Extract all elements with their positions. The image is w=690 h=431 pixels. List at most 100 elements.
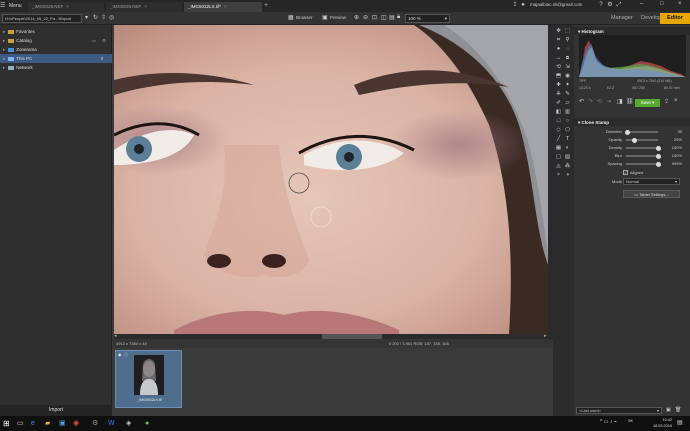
redeye-icon[interactable]: ◉	[564, 73, 571, 80]
menu-icon[interactable]: ☰	[0, 2, 5, 9]
rotate-icon[interactable]: ⟲	[555, 64, 562, 71]
chrome-icon[interactable]: ◉	[73, 419, 82, 428]
presets-select[interactable]: <Last used> ▾	[576, 407, 662, 414]
path-field[interactable]: H:\vPeople\2014_05_22_Pa...\Export	[2, 14, 82, 23]
menu-button[interactable]: Menu	[9, 3, 22, 9]
nav-item-network[interactable]: ▸ Network	[0, 63, 112, 72]
slider-track[interactable]	[626, 163, 658, 165]
frame-icon[interactable]: ▢	[555, 154, 562, 161]
user-account[interactable]: majaalbiac.sk@gmail.com	[530, 2, 582, 7]
chevron-right-icon[interactable]: ▸	[3, 65, 5, 70]
move-icon[interactable]: ✥	[555, 28, 562, 35]
tray-icons[interactable]: ^ ▭ ♪ ⌁	[600, 419, 617, 425]
straighten-icon[interactable]: ↔	[555, 55, 562, 62]
delete-icon[interactable]: 🗑︎	[675, 407, 681, 413]
slider-value[interactable]: 100%	[662, 145, 682, 150]
slider-knob[interactable]	[655, 161, 661, 167]
close-icon[interactable]: ×	[674, 98, 678, 104]
target-icon[interactable]: ◎	[109, 14, 114, 21]
task-view-icon[interactable]: ▭	[17, 419, 26, 428]
sharpen-icon[interactable]: ◬	[555, 163, 562, 170]
new-tab-icon[interactable]: +	[264, 2, 268, 9]
gear-icon[interactable]: ⚙	[102, 38, 106, 44]
import-button[interactable]: Import	[0, 405, 112, 416]
slider-knob[interactable]	[655, 145, 661, 151]
refresh-icon[interactable]: ↻	[93, 14, 98, 21]
redo-icon[interactable]: ↷	[588, 98, 593, 105]
mask-icon[interactable]: ◐	[564, 145, 571, 152]
slider-track[interactable]	[626, 131, 658, 133]
fill-icon[interactable]: ◧	[555, 109, 562, 116]
polygon-icon[interactable]: ⬠	[564, 127, 571, 134]
step-icon[interactable]: ⇥	[606, 98, 611, 105]
drop-icon[interactable]: ●	[555, 46, 562, 53]
clone-stamp-header[interactable]: ▾ Clone Stamp	[574, 118, 690, 126]
app-icon[interactable]: ⚙	[92, 419, 101, 428]
clock-time[interactable]: 10:42	[642, 418, 672, 422]
compare-icon[interactable]: ◨	[617, 98, 623, 105]
eraser-icon[interactable]: ▱	[564, 100, 571, 107]
zoom-select[interactable]: 100 % ▾	[405, 14, 450, 23]
mode-develop[interactable]: Develop	[641, 15, 661, 21]
shape-icon[interactable]: ◇	[555, 127, 562, 134]
slider-value[interactable]: 30	[662, 129, 682, 134]
brush-icon[interactable]: ✎	[564, 91, 571, 98]
mode-select[interactable]: Normal ▾	[623, 178, 680, 185]
tablet-settings-button[interactable]: ▭ Tablet Settings...	[623, 190, 680, 198]
color-icon[interactable]: ◑	[564, 172, 571, 179]
mode-manager[interactable]: Manager	[611, 15, 633, 21]
lock-icon[interactable]: 🔒︎	[397, 14, 400, 21]
thumbnail[interactable]: ◉ ⓘ _IMG5032LX.tif	[115, 350, 182, 408]
chevron-right-icon[interactable]: ▸	[3, 56, 5, 61]
zoner-icon[interactable]: ◈	[126, 419, 135, 428]
fullscreen-icon[interactable]: ⤢	[616, 2, 622, 8]
slider-knob[interactable]	[625, 129, 631, 135]
image-viewer[interactable]	[114, 25, 548, 334]
magnifier-icon[interactable]: ⚲	[564, 37, 571, 44]
slider-knob[interactable]	[631, 137, 637, 143]
mode-editor[interactable]: Editor	[660, 13, 690, 24]
gradient-icon[interactable]: ▥	[564, 109, 571, 116]
chevron-down-icon[interactable]: ▾	[85, 14, 88, 21]
ellipse-icon[interactable]: ○	[564, 118, 571, 125]
word-icon[interactable]: W	[108, 419, 117, 428]
nav-item-zonerama[interactable]: ▸ Zonerama	[0, 45, 112, 54]
close-icon[interactable]: ×	[144, 4, 147, 9]
explorer-icon[interactable]: ▰	[45, 419, 54, 428]
slider-track[interactable]	[626, 147, 658, 149]
fit-icon[interactable]: ⊡	[372, 14, 377, 21]
rectangle-icon[interactable]: □	[555, 118, 562, 125]
slider-value[interactable]: 25%	[662, 137, 682, 142]
close-icon[interactable]: ×	[66, 4, 69, 9]
zoom-out-icon[interactable]: ⊖	[363, 14, 368, 21]
crop-icon[interactable]: ⌗	[555, 37, 562, 44]
link-icon[interactable]: ⛓	[626, 98, 634, 105]
nav-item-catalog[interactable]: ▸ Catalog ▭ ⚙	[0, 36, 112, 45]
watermark-icon[interactable]: ▧	[564, 154, 571, 161]
nav-item-this-pc[interactable]: ▸ This PC ⇕	[0, 54, 112, 63]
text-icon[interactable]: T	[564, 136, 571, 143]
undo-icon[interactable]: ↶	[579, 98, 584, 105]
line-icon[interactable]: ╱	[555, 136, 562, 143]
slider-track[interactable]	[626, 139, 658, 141]
store-icon[interactable]: ▣	[59, 419, 68, 428]
slider-knob[interactable]	[655, 153, 661, 159]
chevron-right-icon[interactable]: ▸	[3, 29, 5, 34]
gear-icon[interactable]: ⚙	[607, 2, 613, 8]
preset-save-icon[interactable]: ▣	[666, 407, 671, 413]
window-close-icon[interactable]: ×	[678, 1, 682, 7]
slider-track[interactable]	[626, 155, 658, 157]
compare-icon[interactable]: ◫	[381, 14, 387, 21]
preview-button[interactable]: Preview	[330, 15, 346, 20]
maximize-icon[interactable]: □	[660, 1, 664, 7]
messenger-icon[interactable]: ●	[145, 419, 154, 428]
close-icon[interactable]: ×	[224, 4, 227, 9]
nav-item-favorites[interactable]: ▸ Favorites	[0, 27, 112, 36]
notification-center-icon[interactable]: ▤	[677, 419, 683, 426]
doc-tab-1[interactable]: _IMG5028.NEF ×	[28, 2, 104, 12]
windows-start-icon[interactable]: ⊞	[3, 419, 12, 428]
slider-value[interactable]: 999%	[662, 161, 682, 166]
noise-icon[interactable]: ⁂	[564, 163, 571, 170]
effects-icon[interactable]: ✧	[555, 172, 562, 179]
aligned-checkbox[interactable]: ✓	[623, 170, 628, 175]
